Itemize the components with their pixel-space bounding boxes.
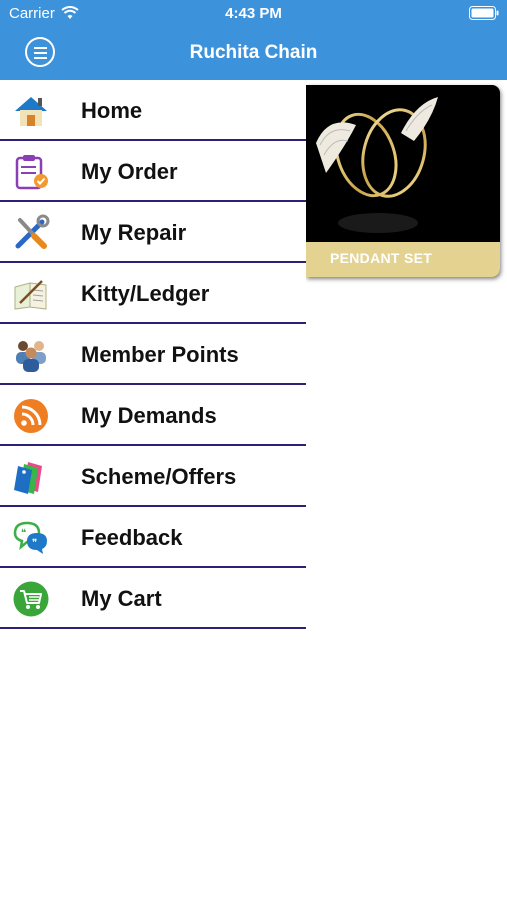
menu-item-my-repair[interactable]: My Repair [0, 202, 306, 263]
tools-icon [12, 214, 50, 252]
clock: 4:43 PM [225, 5, 282, 22]
menu-item-my-order[interactable]: My Order [0, 141, 306, 202]
home-icon [12, 92, 50, 130]
side-drawer: Home My Order My Repair Kitty/Ledger Mem… [0, 80, 306, 629]
ledger-icon [12, 275, 50, 313]
menu-item-label: Member Points [81, 342, 239, 367]
menu-item-member-points[interactable]: Member Points [0, 324, 306, 385]
menu-item-my-cart[interactable]: My Cart [0, 568, 306, 629]
menu-item-scheme-offers[interactable]: Scheme/Offers [0, 446, 306, 507]
app-title: Ruchita Chain [189, 42, 318, 63]
tags-icon [12, 458, 50, 496]
menu-item-feedback[interactable]: ❝ ❞ Feedback [0, 507, 306, 568]
menu-item-label: Home [81, 98, 143, 123]
menu-item-label: Kitty/Ledger [81, 281, 210, 306]
cart-icon [12, 580, 50, 618]
status-bar: Carrier 4:43 PM [0, 0, 507, 28]
svg-text:❝: ❝ [21, 528, 26, 539]
svg-text:❞: ❞ [32, 538, 37, 549]
rss-icon [12, 397, 50, 435]
ring-image [316, 97, 438, 233]
banner-caption: PENDANT SET [306, 242, 500, 277]
navigation-bar: Ruchita Chain [0, 28, 507, 80]
clipboard-icon [12, 153, 50, 191]
menu-item-label: My Order [81, 159, 178, 184]
product-banner[interactable]: PENDANT SET [306, 85, 500, 277]
menu-item-my-demands[interactable]: My Demands [0, 385, 306, 446]
members-icon [12, 336, 50, 374]
menu-item-label: Feedback [81, 525, 183, 550]
chat-bubbles-icon: ❝ ❞ [12, 519, 50, 557]
menu-item-label: My Cart [81, 586, 162, 611]
menu-item-home[interactable]: Home [0, 80, 306, 141]
menu-item-label: Scheme/Offers [81, 464, 237, 489]
menu-item-label: My Demands [81, 403, 217, 428]
menu-item-label: My Repair [81, 220, 187, 245]
menu-item-kitty-ledger[interactable]: Kitty/Ledger [0, 263, 306, 324]
battery-icon [469, 6, 499, 25]
